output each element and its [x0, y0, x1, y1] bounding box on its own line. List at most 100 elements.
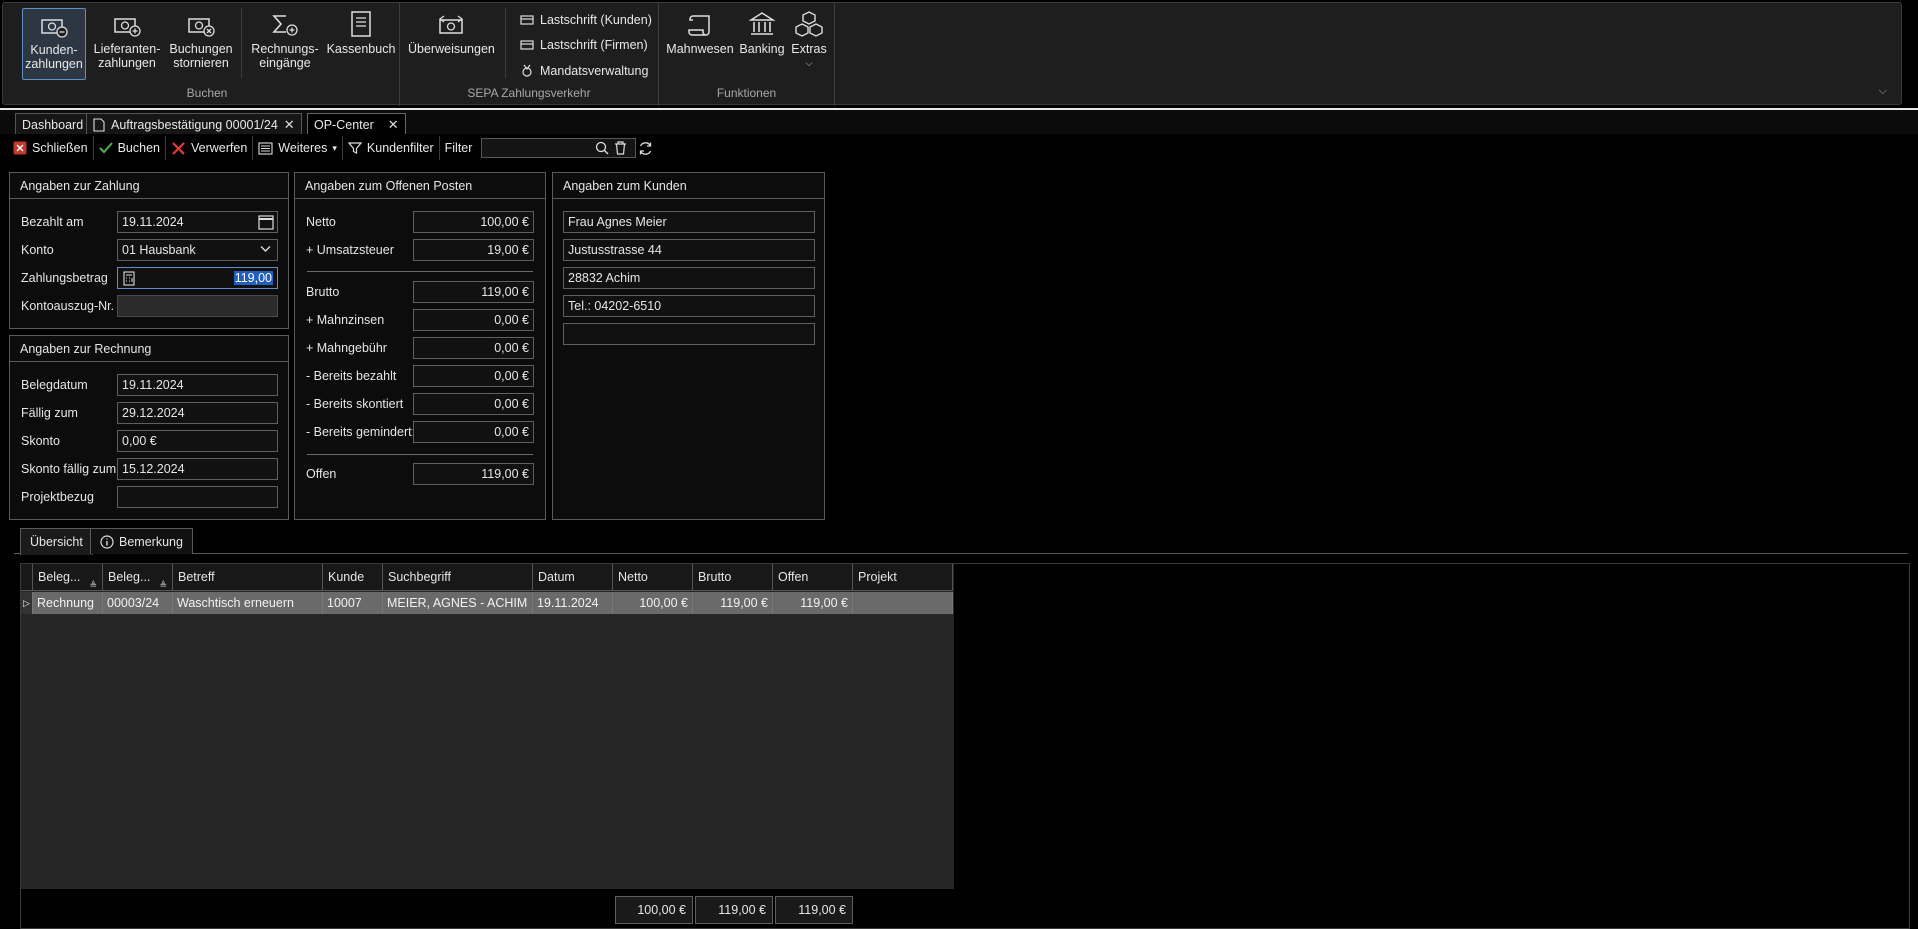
brutto-label: Brutto [306, 285, 340, 299]
refresh-icon[interactable] [638, 141, 653, 156]
belegdatum-field[interactable]: 19.11.2024 [117, 374, 278, 396]
row-skonto-faellig: Skonto fällig zum 15.12.2024 [10, 458, 288, 480]
panel-title: Angaben zur Zahlung [10, 173, 288, 199]
kundenfilter-label: Kundenfilter [366, 141, 434, 155]
column-header[interactable]: Projekt [853, 564, 953, 591]
column-header[interactable]: Brutto [693, 564, 773, 591]
tab-label: Bemerkung [119, 534, 183, 549]
close-icon[interactable]: ✕ [284, 117, 295, 133]
table-cell: 100,00 € [613, 592, 693, 614]
lieferantenzahlungen-button[interactable]: Lieferanten- zahlungen [91, 8, 163, 80]
skonto-field[interactable]: 0,00 € [117, 430, 278, 452]
mahnzinsen-field: 0,00 € [413, 309, 534, 331]
funnel-icon [347, 141, 362, 155]
kundenfilter-button[interactable]: Kundenfilter [343, 136, 440, 160]
banking-button[interactable]: Banking [738, 8, 786, 80]
bank-icon [738, 8, 786, 38]
calendar-icon[interactable] [258, 214, 274, 230]
table-cell: MEIER, AGNES - ACHIM [383, 592, 533, 614]
chevron-down-icon[interactable] [260, 245, 271, 253]
table-row[interactable]: ▷ Rechnung 00003/24 Waschtisch erneuern … [21, 592, 953, 614]
column-header[interactable]: Offen [773, 564, 853, 591]
bereits-gemindert-label: - Bereits gemindert: [306, 425, 416, 439]
mandatsverwaltung-button[interactable]: Mandatsverwaltung [520, 61, 648, 81]
zahlungsbetrag-field[interactable]: 119,00 [117, 267, 278, 289]
mahnwesen-button[interactable]: Mahnwesen [665, 8, 735, 80]
bereits-gemindert-field: 0,00 € [413, 421, 534, 443]
table-cell: 00003/24 [103, 592, 173, 614]
extras-button[interactable]: Extras ⌵ [789, 8, 829, 80]
column-header[interactable]: Kunde [323, 564, 383, 591]
column-header-label: Beleg... [38, 570, 81, 584]
kontoauszug-label: Kontoauszug-Nr. [21, 299, 115, 313]
weiteres-button[interactable]: Weiteres ▾ [253, 136, 343, 160]
column-header[interactable]: Beleg... ≜ [103, 564, 173, 591]
row-indicator-header [21, 564, 33, 591]
kunde-tel-field[interactable]: Tel.: 04202-6510 [563, 295, 815, 317]
faellig-field[interactable]: 29.12.2024 [117, 402, 278, 424]
rechnungseingaenge-label-1: Rechnungs- [251, 42, 319, 56]
row-projektbezug: Projektbezug [10, 486, 288, 508]
grid-header: Beleg... ≜ Beleg... ≜ Betreff Kunde Suchbe… [21, 564, 953, 591]
tab-auftragsbestaetigung[interactable]: Auftragsbestätigung 00001/24 ✕ [86, 113, 302, 135]
filter-input[interactable] [481, 138, 637, 158]
search-icon[interactable] [595, 141, 609, 155]
collapse-ribbon-icon[interactable]: ⌵ [1879, 85, 1887, 98]
skonto-faellig-field[interactable]: 15.12.2024 [117, 458, 278, 480]
document-tab-strip: Dashboard Auftragsbestätigung 00001/24 ✕… [0, 108, 1918, 135]
column-header[interactable]: Datum [533, 564, 613, 591]
kundenzahlungen-button[interactable]: Kunden- zahlungen [22, 8, 86, 80]
schliessen-button[interactable]: Schließen [8, 136, 94, 160]
close-icon[interactable]: ✕ [388, 117, 399, 133]
row-belegdatum: Belegdatum 19.11.2024 [10, 374, 288, 396]
mandatsverwaltung-label: Mandatsverwaltung [540, 64, 649, 78]
tab-bemerkung[interactable]: Bemerkung [90, 528, 193, 554]
kunde-extra-field[interactable] [563, 323, 815, 345]
chevron-down-icon: ▾ [332, 142, 337, 153]
trash-icon[interactable] [614, 141, 627, 155]
panel-kunde: Angaben zum Kunden Frau Agnes Meier Just… [552, 172, 825, 520]
tab-label: Übersicht [30, 535, 83, 549]
transfer-icon [408, 8, 494, 38]
netto-label: Netto [306, 215, 336, 229]
discard-icon [171, 141, 186, 156]
kassenbuch-button[interactable]: Kassenbuch [325, 8, 397, 80]
group-label-funktionen: Funktionen [716, 86, 777, 100]
ueberweisungen-button[interactable]: Überweisungen [408, 8, 495, 80]
table-cell: Rechnung [33, 592, 103, 614]
column-header[interactable]: Suchbegriff [383, 564, 533, 591]
kunde-name-field[interactable]: Frau Agnes Meier [563, 211, 815, 233]
calculator-icon[interactable] [123, 271, 135, 286]
panel-title: Angaben zur Rechnung [10, 336, 288, 362]
brutto-field: 119,00 € [413, 281, 534, 303]
kontoauszug-field[interactable] [117, 295, 278, 317]
total-brutto: 119,00 € [695, 896, 773, 924]
verwerfen-button[interactable]: Verwerfen [166, 136, 254, 160]
umsatzsteuer-field: 19,00 € [413, 239, 534, 261]
chevron-down-icon: ⌵ [805, 58, 813, 68]
row-umsatzsteuer: + Umsatzsteuer 19,00 € [295, 239, 545, 261]
column-header[interactable]: Beleg... ≜ [33, 564, 103, 591]
ueberweisungen-label: Überweisungen [408, 42, 495, 56]
bezahlt-am-field[interactable]: 19.11.2024 [117, 211, 278, 233]
konto-select[interactable]: 01 Hausbank [117, 239, 278, 261]
column-header[interactable]: Betreff [173, 564, 323, 591]
buchen-button[interactable]: Buchen [94, 136, 166, 160]
tab-label: Auftragsbestätigung 00001/24 [111, 117, 278, 132]
tab-uebersicht[interactable]: Übersicht [20, 528, 93, 555]
tab-dashboard[interactable]: Dashboard [15, 113, 91, 135]
row-brutto: Brutto 119,00 € [295, 281, 545, 303]
tab-op-center[interactable]: OP-Center ✕ [307, 113, 406, 135]
rechnungseingaenge-button[interactable]: Rechnungs- eingänge [247, 8, 323, 80]
weiteres-label: Weiteres [278, 141, 328, 155]
kunde-strasse-field[interactable]: Justusstrasse 44 [563, 239, 815, 261]
lastschrift-firmen-button[interactable]: Lastschrift (Firmen) [520, 35, 648, 55]
projektbezug-field[interactable] [117, 486, 278, 508]
open-items-grid[interactable]: Beleg... ≜ Beleg... ≜ Betreff Kunde Suchbe… [21, 564, 954, 889]
cancel-booking-icon [167, 8, 235, 38]
lastschrift-kunden-button[interactable]: Lastschrift (Kunden) [520, 10, 652, 30]
column-header[interactable]: Netto [613, 564, 693, 591]
buchungen-stornieren-button[interactable]: Buchungen stornieren [167, 8, 235, 80]
kunde-ort-field[interactable]: 28832 Achim [563, 267, 815, 289]
cubes-icon [789, 8, 829, 38]
